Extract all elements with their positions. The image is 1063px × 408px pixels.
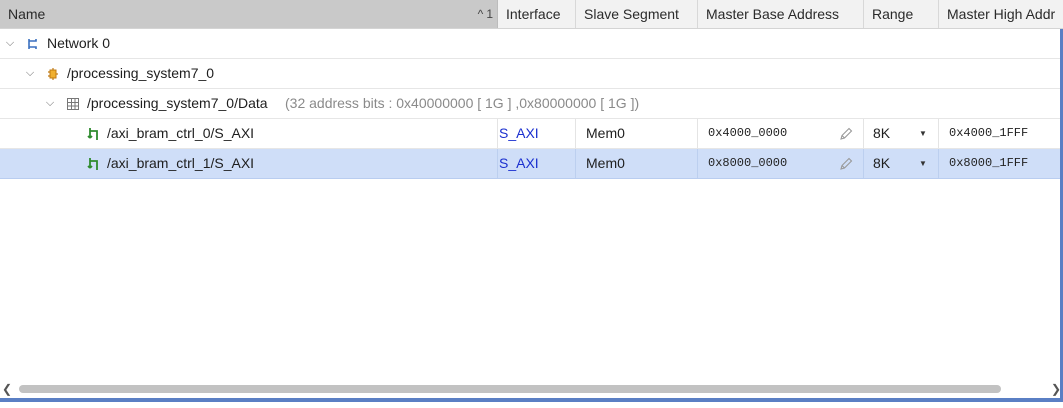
table-header: Name ^ 1 Interface Slave Segment Master B… xyxy=(0,0,1063,29)
column-divider xyxy=(698,149,864,178)
scroll-left-icon[interactable]: ❮ xyxy=(0,381,14,397)
column-divider xyxy=(576,119,698,148)
column-divider xyxy=(864,119,939,148)
column-header-interface[interactable]: Interface xyxy=(498,0,576,28)
column-header-name[interactable]: Name ^ 1 xyxy=(0,0,498,28)
master-high-address-value: 0x4000_1FFF xyxy=(949,126,1029,140)
chevron-down-icon[interactable]: ⌵ xyxy=(3,29,17,58)
address-space-detail: (32 address bits : 0x40000000 [ 1G ] ,0x… xyxy=(285,95,640,111)
column-header-range-label: Range xyxy=(872,6,914,22)
network-icon xyxy=(28,39,37,49)
sort-indicator: ^ 1 xyxy=(478,0,493,28)
processing-system-label: /processing_system7_0 xyxy=(67,65,215,81)
master-high-address-value: 0x8000_1FFF xyxy=(949,156,1029,170)
column-header-master-high-address-label: Master High Addr xyxy=(947,6,1056,22)
column-divider xyxy=(698,119,864,148)
address-space-icon xyxy=(67,98,79,110)
column-header-master-base-address[interactable]: Master Base Address xyxy=(698,0,864,28)
table-row-selected[interactable]: /axi_bram_ctrl_1/S_AXI S_AXI Mem0 0x8000… xyxy=(0,149,1063,179)
sort-order-label: 1 xyxy=(486,7,493,21)
column-divider xyxy=(0,119,498,148)
table-row[interactable]: /axi_bram_ctrl_0/S_AXI S_AXI Mem0 0x4000… xyxy=(0,119,1063,149)
scrollbar-thumb[interactable] xyxy=(19,385,1001,393)
column-header-master-base-address-label: Master Base Address xyxy=(706,6,840,22)
column-header-master-high-address[interactable]: Master High Addr xyxy=(939,0,1063,28)
column-divider xyxy=(0,149,498,178)
ip-core-icon xyxy=(48,68,58,80)
column-header-slave-segment-label: Slave Segment xyxy=(584,6,679,22)
chevron-down-icon[interactable]: ⌵ xyxy=(23,59,37,88)
tree-row-network[interactable]: ⌵ Network 0 xyxy=(0,29,1063,59)
column-header-name-label: Name xyxy=(8,6,46,22)
network-label: Network 0 xyxy=(47,35,111,51)
column-header-slave-segment[interactable]: Slave Segment xyxy=(576,0,698,28)
tree-row-address-space[interactable]: ⌵ /processing_system7_0/Data (32 address… xyxy=(0,89,1063,119)
address-space-label: /processing_system7_0/Data xyxy=(87,95,268,111)
horizontal-scrollbar[interactable]: ❮ ❯ xyxy=(0,381,1063,397)
panel-border-bottom xyxy=(0,398,1063,402)
column-header-range[interactable]: Range xyxy=(864,0,939,28)
column-divider xyxy=(864,149,939,178)
chevron-down-icon[interactable]: ⌵ xyxy=(43,89,57,118)
column-divider xyxy=(576,149,698,178)
column-header-interface-label: Interface xyxy=(506,6,561,22)
column-divider xyxy=(498,149,576,178)
tree-row-processing-system[interactable]: ⌵ /processing_system7_0 xyxy=(0,59,1063,89)
sort-ascending-icon: ^ xyxy=(477,7,484,21)
column-divider xyxy=(498,119,576,148)
